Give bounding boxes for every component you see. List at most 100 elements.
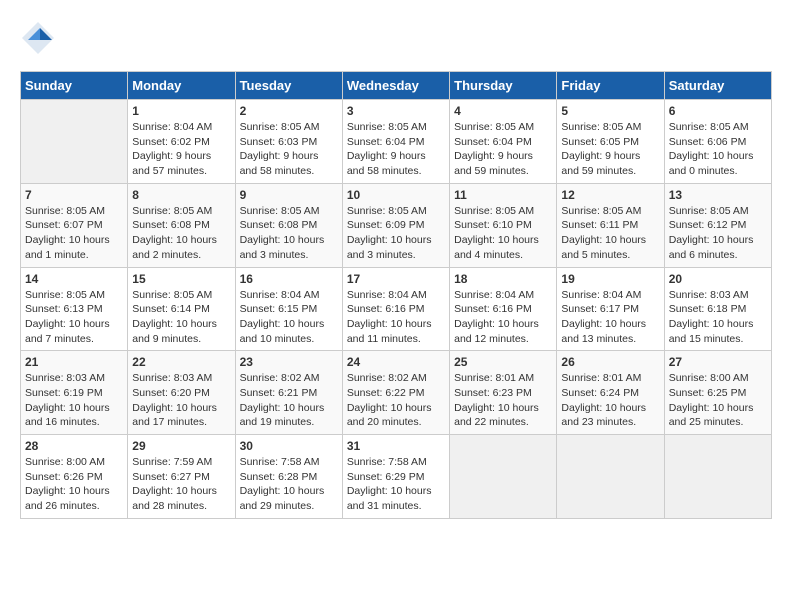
day-number: 30 xyxy=(240,439,338,453)
calendar-cell: 3 Sunrise: 8:05 AM Sunset: 6:04 PM Daylig… xyxy=(342,100,449,184)
day-info: Sunrise: 8:05 AM Sunset: 6:09 PM Dayligh… xyxy=(347,204,445,263)
day-info: Sunrise: 8:04 AM Sunset: 6:15 PM Dayligh… xyxy=(240,288,338,347)
day-info: Sunrise: 8:00 AM Sunset: 6:25 PM Dayligh… xyxy=(669,371,767,430)
day-number: 6 xyxy=(669,104,767,118)
day-number: 5 xyxy=(561,104,659,118)
day-info: Sunrise: 7:58 AM Sunset: 6:28 PM Dayligh… xyxy=(240,455,338,514)
day-info: Sunrise: 8:05 AM Sunset: 6:05 PM Dayligh… xyxy=(561,120,659,179)
calendar-cell: 7 Sunrise: 8:05 AM Sunset: 6:07 PM Daylig… xyxy=(21,183,128,267)
day-number: 18 xyxy=(454,272,552,286)
calendar-cell: 10Sunrise: 8:05 AM Sunset: 6:09 PM Dayli… xyxy=(342,183,449,267)
day-number: 7 xyxy=(25,188,123,202)
day-info: Sunrise: 8:05 AM Sunset: 6:08 PM Dayligh… xyxy=(240,204,338,263)
day-header-friday: Friday xyxy=(557,72,664,100)
day-info: Sunrise: 8:03 AM Sunset: 6:20 PM Dayligh… xyxy=(132,371,230,430)
logo-icon xyxy=(20,20,56,56)
day-number: 31 xyxy=(347,439,445,453)
day-number: 25 xyxy=(454,355,552,369)
calendar-cell: 31 Sunrise: 7:58 AM Sunset: 6:29 PM Dayli… xyxy=(342,435,449,519)
day-number: 9 xyxy=(240,188,338,202)
day-header-tuesday: Tuesday xyxy=(235,72,342,100)
calendar-cell: 12 Sunrise: 8:05 AM Sunset: 6:11 PM Dayli… xyxy=(557,183,664,267)
day-number: 11 xyxy=(454,188,552,202)
day-info: Sunrise: 8:00 AM Sunset: 6:26 PM Dayligh… xyxy=(25,455,123,514)
day-info: Sunrise: 8:05 AM Sunset: 6:04 PM Dayligh… xyxy=(347,120,445,179)
calendar-cell: 19 Sunrise: 8:04 AM Sunset: 6:17 PM Dayli… xyxy=(557,267,664,351)
calendar-cell: 17 Sunrise: 8:04 AM Sunset: 6:16 PM Dayli… xyxy=(342,267,449,351)
calendar-cell: 21Sunrise: 8:03 AM Sunset: 6:19 PM Dayli… xyxy=(21,351,128,435)
day-number: 19 xyxy=(561,272,659,286)
logo xyxy=(20,20,56,61)
day-number: 27 xyxy=(669,355,767,369)
day-number: 12 xyxy=(561,188,659,202)
day-info: Sunrise: 8:05 AM Sunset: 6:12 PM Dayligh… xyxy=(669,204,767,263)
calendar-cell: 29 Sunrise: 7:59 AM Sunset: 6:27 PM Dayli… xyxy=(128,435,235,519)
day-info: Sunrise: 7:58 AM Sunset: 6:29 PM Dayligh… xyxy=(347,455,445,514)
week-row-5: 28 Sunrise: 8:00 AM Sunset: 6:26 PM Dayli… xyxy=(21,435,772,519)
day-number: 16 xyxy=(240,272,338,286)
day-info: Sunrise: 8:05 AM Sunset: 6:06 PM Dayligh… xyxy=(669,120,767,179)
day-info: Sunrise: 7:59 AM Sunset: 6:27 PM Dayligh… xyxy=(132,455,230,514)
calendar-table: SundayMondayTuesdayWednesdayThursdayFrid… xyxy=(20,71,772,519)
day-number: 1 xyxy=(132,104,230,118)
day-info: Sunrise: 8:04 AM Sunset: 6:02 PM Dayligh… xyxy=(132,120,230,179)
calendar-cell: 27 Sunrise: 8:00 AM Sunset: 6:25 PM Dayli… xyxy=(664,351,771,435)
calendar-cell: 30 Sunrise: 7:58 AM Sunset: 6:28 PM Dayli… xyxy=(235,435,342,519)
day-number: 21 xyxy=(25,355,123,369)
day-info: Sunrise: 8:04 AM Sunset: 6:16 PM Dayligh… xyxy=(454,288,552,347)
day-info: Sunrise: 8:01 AM Sunset: 6:23 PM Dayligh… xyxy=(454,371,552,430)
calendar-cell: 4 Sunrise: 8:05 AM Sunset: 6:04 PM Daylig… xyxy=(450,100,557,184)
day-info: Sunrise: 8:02 AM Sunset: 6:22 PM Dayligh… xyxy=(347,371,445,430)
calendar-cell xyxy=(450,435,557,519)
day-info: Sunrise: 8:05 AM Sunset: 6:04 PM Dayligh… xyxy=(454,120,552,179)
week-row-4: 21Sunrise: 8:03 AM Sunset: 6:19 PM Dayli… xyxy=(21,351,772,435)
calendar-cell: 13 Sunrise: 8:05 AM Sunset: 6:12 PM Dayli… xyxy=(664,183,771,267)
day-number: 28 xyxy=(25,439,123,453)
day-number: 13 xyxy=(669,188,767,202)
calendar-cell: 23Sunrise: 8:02 AM Sunset: 6:21 PM Dayli… xyxy=(235,351,342,435)
calendar-cell: 11Sunrise: 8:05 AM Sunset: 6:10 PM Dayli… xyxy=(450,183,557,267)
day-number: 17 xyxy=(347,272,445,286)
calendar-cell: 15Sunrise: 8:05 AM Sunset: 6:14 PM Dayli… xyxy=(128,267,235,351)
day-number: 20 xyxy=(669,272,767,286)
day-info: Sunrise: 8:05 AM Sunset: 6:11 PM Dayligh… xyxy=(561,204,659,263)
day-info: Sunrise: 8:01 AM Sunset: 6:24 PM Dayligh… xyxy=(561,371,659,430)
page-header xyxy=(20,20,772,61)
day-info: Sunrise: 8:05 AM Sunset: 6:08 PM Dayligh… xyxy=(132,204,230,263)
day-info: Sunrise: 8:02 AM Sunset: 6:21 PM Dayligh… xyxy=(240,371,338,430)
day-header-thursday: Thursday xyxy=(450,72,557,100)
calendar-cell: 22 Sunrise: 8:03 AM Sunset: 6:20 PM Dayli… xyxy=(128,351,235,435)
day-number: 29 xyxy=(132,439,230,453)
day-number: 24 xyxy=(347,355,445,369)
day-number: 2 xyxy=(240,104,338,118)
day-number: 3 xyxy=(347,104,445,118)
day-info: Sunrise: 8:05 AM Sunset: 6:14 PM Dayligh… xyxy=(132,288,230,347)
calendar-cell: 2Sunrise: 8:05 AM Sunset: 6:03 PM Daylig… xyxy=(235,100,342,184)
calendar-cell: 26 Sunrise: 8:01 AM Sunset: 6:24 PM Dayli… xyxy=(557,351,664,435)
day-info: Sunrise: 8:05 AM Sunset: 6:07 PM Dayligh… xyxy=(25,204,123,263)
day-info: Sunrise: 8:05 AM Sunset: 6:13 PM Dayligh… xyxy=(25,288,123,347)
day-number: 4 xyxy=(454,104,552,118)
week-row-3: 14 Sunrise: 8:05 AM Sunset: 6:13 PM Dayli… xyxy=(21,267,772,351)
week-row-1: 1 Sunrise: 8:04 AM Sunset: 6:02 PM Daylig… xyxy=(21,100,772,184)
calendar-cell: 14 Sunrise: 8:05 AM Sunset: 6:13 PM Dayli… xyxy=(21,267,128,351)
calendar-cell: 8 Sunrise: 8:05 AM Sunset: 6:08 PM Daylig… xyxy=(128,183,235,267)
calendar-cell: 5 Sunrise: 8:05 AM Sunset: 6:05 PM Daylig… xyxy=(557,100,664,184)
day-info: Sunrise: 8:04 AM Sunset: 6:17 PM Dayligh… xyxy=(561,288,659,347)
day-number: 8 xyxy=(132,188,230,202)
calendar-cell xyxy=(557,435,664,519)
calendar-cell: 25 Sunrise: 8:01 AM Sunset: 6:23 PM Dayli… xyxy=(450,351,557,435)
calendar-cell: 9 Sunrise: 8:05 AM Sunset: 6:08 PM Daylig… xyxy=(235,183,342,267)
calendar-cell: 20Sunrise: 8:03 AM Sunset: 6:18 PM Dayli… xyxy=(664,267,771,351)
day-number: 26 xyxy=(561,355,659,369)
calendar-cell xyxy=(664,435,771,519)
calendar-cell: 18 Sunrise: 8:04 AM Sunset: 6:16 PM Dayli… xyxy=(450,267,557,351)
week-row-2: 7 Sunrise: 8:05 AM Sunset: 6:07 PM Daylig… xyxy=(21,183,772,267)
calendar-cell: 16 Sunrise: 8:04 AM Sunset: 6:15 PM Dayli… xyxy=(235,267,342,351)
day-info: Sunrise: 8:04 AM Sunset: 6:16 PM Dayligh… xyxy=(347,288,445,347)
day-header-monday: Monday xyxy=(128,72,235,100)
day-number: 22 xyxy=(132,355,230,369)
calendar-header-row: SundayMondayTuesdayWednesdayThursdayFrid… xyxy=(21,72,772,100)
day-header-saturday: Saturday xyxy=(664,72,771,100)
day-number: 14 xyxy=(25,272,123,286)
